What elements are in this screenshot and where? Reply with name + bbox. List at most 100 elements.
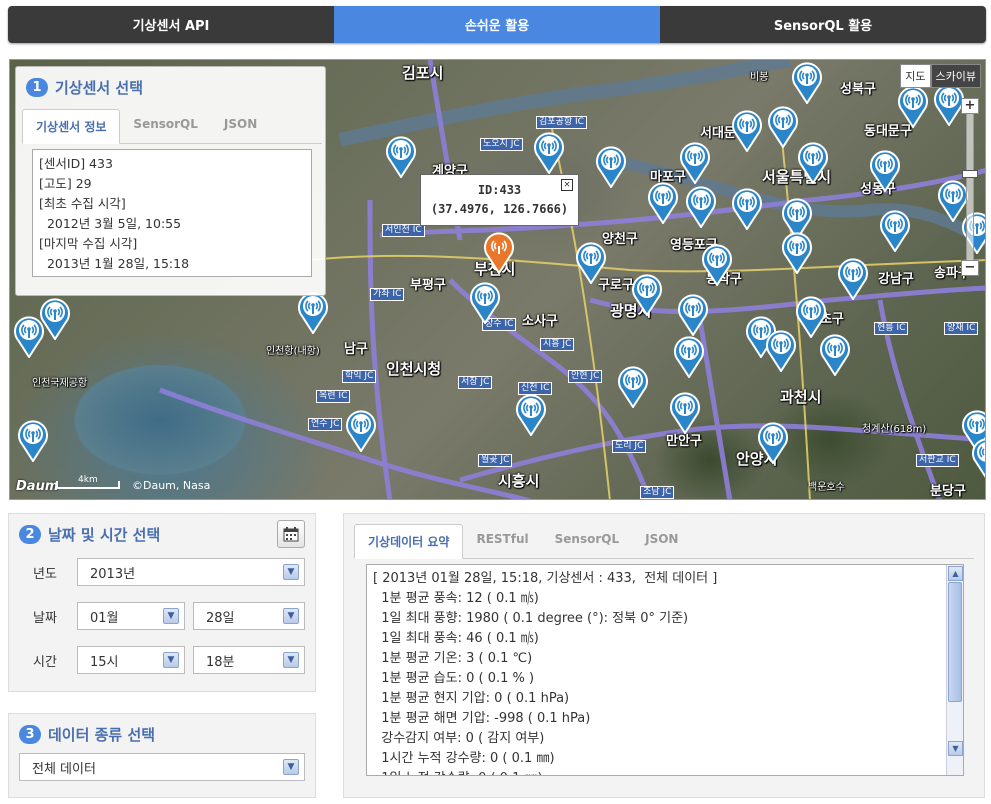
sensor-marker-icon[interactable]: [684, 184, 718, 229]
weather-data-line: 1일 누적 강수량: 0 ( 0.1 ㎜): [373, 769, 957, 775]
map-label: 백운호수: [808, 482, 845, 493]
sensor-marker-icon[interactable]: [764, 328, 798, 373]
tab-sensorql-use[interactable]: SensorQL 활용: [660, 6, 986, 43]
tab-sensorql[interactable]: SensorQL: [120, 109, 210, 143]
sensor-marker-icon[interactable]: [970, 436, 985, 480]
ic-label: 학익 JC: [342, 370, 377, 383]
zoom-out-button[interactable]: −: [961, 260, 979, 276]
sensor-marker-icon[interactable]: [514, 392, 548, 437]
date-panel-title: 2 날짜 및 시간 선택: [19, 524, 160, 545]
sensor-marker-icon[interactable]: [468, 280, 502, 325]
weather-data-line: 1분 평균 습도: 0 ( 0.1 % ): [373, 671, 535, 686]
scrollbar-thumb[interactable]: [948, 582, 962, 702]
sensor-marker-icon[interactable]: [574, 240, 608, 285]
year-select[interactable]: 2013년 ▼: [77, 558, 305, 586]
sensor-marker-icon[interactable]: [16, 418, 50, 463]
calendar-button[interactable]: [277, 520, 305, 548]
sensor-marker-icon[interactable]: [344, 408, 378, 453]
sensor-marker-icon[interactable]: [594, 144, 628, 189]
selected-sensor-marker-icon[interactable]: [482, 230, 516, 275]
weather-data-line: 1분 평균 풍속: 12 ( 0.1 ㎧): [373, 591, 539, 606]
sensor-marker-icon[interactable]: [766, 104, 800, 149]
sensor-marker-icon[interactable]: [818, 332, 852, 377]
hour-value: 15시: [90, 654, 119, 670]
sensor-info-textarea[interactable]: [센서ID] 433 [고도] 29 [최초 수집 시각] 2012년 3월 5…: [32, 149, 312, 277]
calendar-icon: [283, 527, 299, 542]
ic-label: 조남 JC: [640, 486, 675, 499]
vertical-scrollbar[interactable]: ▲ ▼: [946, 565, 963, 775]
tab-sensor-info[interactable]: 기상센서 정보: [22, 109, 121, 144]
weather-data-line: 1일 최대 풍향: 1980 ( 0.1 degree (°): 정북 0° 기…: [373, 611, 689, 626]
sensor-marker-icon[interactable]: [730, 186, 764, 231]
zoom-slider-handle[interactable]: [962, 170, 978, 178]
close-icon[interactable]: ✕: [561, 179, 573, 191]
chevron-down-icon: ▼: [283, 608, 299, 624]
tab-sensorql[interactable]: SensorQL: [542, 524, 632, 558]
minute-value: 18분: [206, 654, 235, 670]
year-value: 2013년: [90, 566, 136, 582]
sensor-marker-icon[interactable]: [532, 130, 566, 175]
map-copyright: ©Daum, Nasa: [132, 479, 211, 492]
sensor-marker-icon[interactable]: [676, 292, 710, 337]
sensor-marker-icon[interactable]: [836, 256, 870, 301]
tab-easy-use[interactable]: 손쉬운 활용: [334, 6, 660, 43]
year-label: 년도: [33, 566, 57, 582]
zoom-in-button[interactable]: +: [961, 98, 979, 114]
scroll-up-icon[interactable]: ▲: [948, 566, 963, 581]
tab-restful[interactable]: RESTful: [463, 524, 541, 558]
sensor-marker-icon[interactable]: [780, 230, 814, 275]
ic-label: 현릉 IC: [874, 322, 909, 335]
zoom-control: + −: [961, 98, 979, 278]
sensor-marker-icon[interactable]: [12, 314, 46, 359]
weather-data-line: 강수감지 여부: 0 ( 감지 여부): [373, 731, 545, 746]
weather-data-textarea[interactable]: [ 2013년 01월 28일, 15:18, 기상센서 : 433, 전체 데…: [366, 564, 964, 776]
day-select[interactable]: 28일 ▼: [193, 602, 305, 630]
sensor-marker-icon[interactable]: [678, 140, 712, 185]
map-label: 소사구: [522, 314, 558, 329]
map-type-skyview[interactable]: 스카이뷰: [930, 64, 981, 88]
sensor-marker-icon[interactable]: [878, 208, 912, 253]
sensor-marker-icon[interactable]: [668, 390, 702, 435]
map-label: 김포시: [402, 64, 444, 82]
tab-json[interactable]: JSON: [632, 524, 691, 558]
sensor-marker-icon[interactable]: [756, 420, 790, 465]
sensor-marker-icon[interactable]: [868, 148, 902, 193]
sensor-marker-icon[interactable]: [630, 272, 664, 317]
chevron-down-icon: ▼: [163, 608, 179, 624]
month-select[interactable]: 01월 ▼: [77, 602, 185, 630]
sensor-marker-icon[interactable]: [700, 242, 734, 287]
hour-select[interactable]: 15시 ▼: [77, 646, 185, 674]
time-label: 시간: [33, 654, 57, 670]
sensor-marker-icon[interactable]: [384, 134, 418, 179]
map-label: 남구: [344, 342, 368, 357]
chevron-down-icon: ▼: [163, 652, 179, 668]
map-label: 강남구: [878, 272, 914, 287]
map-label: 청계산(618m): [862, 424, 927, 435]
ic-label: 서인천 IC: [382, 224, 425, 237]
data-type-select[interactable]: 전체 데이터 ▼: [19, 753, 305, 781]
popup-coordinates: (37.4976, 126.7666): [430, 202, 569, 216]
ic-label: 서창 JC: [458, 376, 493, 389]
sensor-marker-icon[interactable]: [296, 290, 330, 335]
data-type-panel-heading: 데이터 종류 선택: [48, 726, 156, 744]
sensor-marker-icon[interactable]: [790, 60, 824, 105]
sensor-marker-icon[interactable]: [896, 84, 930, 129]
minute-select[interactable]: 18분 ▼: [193, 646, 305, 674]
tab-weather-summary[interactable]: 기상데이터 요약: [354, 524, 464, 559]
scroll-down-icon[interactable]: ▼: [948, 741, 963, 756]
sensor-marker-icon[interactable]: [730, 108, 764, 153]
sensor-marker-icon[interactable]: [616, 364, 650, 409]
sensor-marker-icon[interactable]: [646, 180, 680, 225]
map-label: 부평구: [410, 278, 446, 293]
month-value: 01월: [90, 610, 119, 626]
map-type-map[interactable]: 지도: [900, 64, 931, 88]
tab-json[interactable]: JSON: [211, 109, 270, 143]
weather-data-line: 1분 평균 기온: 3 ( 0.1 ℃): [373, 651, 533, 666]
sensor-marker-icon[interactable]: [672, 334, 706, 379]
chevron-down-icon: ▼: [283, 564, 299, 580]
tab-sensor-api[interactable]: 기상센서 API: [8, 6, 334, 43]
sensor-marker-icon[interactable]: [796, 140, 830, 185]
zoom-slider[interactable]: [962, 114, 978, 260]
ic-label: 월곶 JC: [478, 454, 513, 467]
map-label: 과천시: [780, 388, 822, 406]
